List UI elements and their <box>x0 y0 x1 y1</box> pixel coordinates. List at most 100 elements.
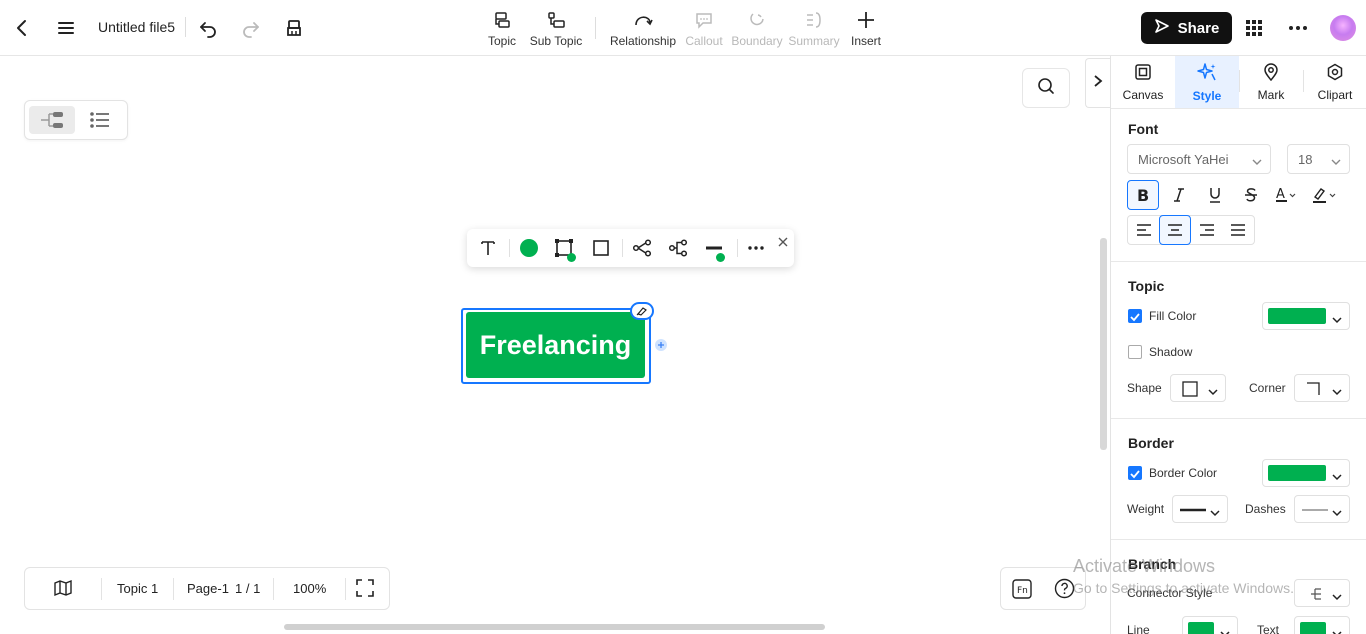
text-color-picker[interactable] <box>1294 616 1350 634</box>
border-dashes-select[interactable] <box>1294 495 1350 523</box>
mindmap-view-icon[interactable] <box>29 106 75 134</box>
undo-icon[interactable] <box>196 16 220 40</box>
align-center-button[interactable] <box>1159 215 1191 245</box>
shape-label: Shape <box>1127 381 1162 395</box>
callout-tool[interactable]: Callout <box>685 9 723 48</box>
border-color-checkbox[interactable] <box>1128 466 1142 480</box>
tab-style-label: Style <box>1192 88 1222 103</box>
share-button[interactable]: Share <box>1141 12 1232 44</box>
layout-icon[interactable] <box>629 236 655 260</box>
clipart-icon <box>1326 63 1344 84</box>
highlight-color-button[interactable] <box>1307 180 1345 210</box>
tab-clipart[interactable]: Clipart <box>1303 56 1366 108</box>
align-left-button[interactable] <box>1128 215 1160 245</box>
quick-style-brush-icon[interactable] <box>630 302 654 320</box>
border-icon[interactable] <box>588 236 614 260</box>
central-topic-text: Freelancing <box>479 329 632 360</box>
mark-icon <box>1262 62 1280 84</box>
add-subtopic-icon[interactable] <box>655 339 667 351</box>
fill-color-icon[interactable] <box>516 236 542 260</box>
font-family-select[interactable]: Microsoft YaHei <box>1127 144 1271 174</box>
relationship-tool[interactable]: Relationship <box>609 9 677 48</box>
border-color-label: Border Color <box>1149 466 1218 480</box>
close-icon[interactable] <box>773 232 793 252</box>
solid-line-icon <box>1302 509 1328 511</box>
fill-color-checkbox[interactable] <box>1128 309 1142 323</box>
shadow-label: Shadow <box>1149 345 1193 359</box>
shape-select[interactable] <box>1170 374 1226 402</box>
current-topic-label: Topic 1 <box>117 581 159 596</box>
fill-color-label: Fill Color <box>1149 309 1197 323</box>
fill-color-picker[interactable] <box>1262 302 1350 330</box>
back-icon[interactable] <box>10 16 34 40</box>
send-icon <box>1154 18 1170 38</box>
line-color-swatch <box>1188 622 1214 634</box>
shadow-checkbox[interactable] <box>1128 345 1142 359</box>
tab-style[interactable]: Style <box>1175 56 1239 108</box>
branch-structure-icon[interactable] <box>665 236 691 260</box>
subtopic-tool[interactable]: Sub Topic <box>529 9 583 48</box>
border-color-picker[interactable] <box>1262 459 1350 487</box>
help-icon[interactable] <box>1054 578 1075 604</box>
file-title[interactable]: Untitled file5 <box>98 19 175 35</box>
dashes-label: Dashes <box>1245 502 1286 516</box>
menu-icon[interactable] <box>54 16 78 40</box>
connector-style-select[interactable] <box>1294 579 1350 607</box>
function-icon[interactable]: Fn <box>1012 579 1032 604</box>
border-color-swatch <box>1268 465 1326 481</box>
svg-text:Fn: Fn <box>1017 586 1028 596</box>
font-color-button[interactable]: A <box>1271 180 1303 210</box>
boundary-tool-label: Boundary <box>731 34 783 48</box>
weight-label: Weight <box>1127 502 1165 516</box>
tab-mark[interactable]: Mark <box>1239 56 1303 108</box>
fill-color-swatch <box>1268 308 1326 324</box>
mindmap-canvas[interactable]: Freelancing Topic 1 Page-1 1 / 1 100% Fn <box>0 56 1110 634</box>
apps-grid-icon[interactable] <box>1242 16 1266 40</box>
central-topic[interactable]: Freelancing <box>466 312 645 378</box>
outline-view-icon[interactable] <box>77 106 123 134</box>
format-painter-icon[interactable] <box>282 16 306 40</box>
underline-button[interactable] <box>1199 180 1231 210</box>
status-bar: Topic 1 Page-1 1 / 1 100% <box>24 567 390 610</box>
vertical-scrollbar[interactable] <box>1100 238 1107 450</box>
text-format-icon[interactable] <box>475 236 501 260</box>
style-panel: Canvas Style Mark Clipart Font Microsoft… <box>1110 56 1366 634</box>
line-color-picker[interactable] <box>1182 616 1238 634</box>
tab-canvas[interactable]: Canvas <box>1111 56 1175 108</box>
page-label[interactable]: Page-1 <box>187 581 229 596</box>
topic-icon <box>492 9 512 31</box>
boundary-tool[interactable]: Boundary <box>731 9 783 48</box>
summary-tool[interactable]: Summary <box>788 9 840 48</box>
font-size-select[interactable]: 18 <box>1287 144 1350 174</box>
fullscreen-icon[interactable] <box>356 579 374 600</box>
more-horizontal-icon[interactable] <box>743 236 769 260</box>
topic-tool-label: Topic <box>487 34 516 48</box>
map-overview-icon[interactable] <box>53 579 73 600</box>
user-avatar[interactable] <box>1330 15 1356 41</box>
bold-button[interactable]: B <box>1127 180 1159 210</box>
chevron-down-icon <box>1332 588 1342 606</box>
align-right-button[interactable] <box>1191 215 1223 245</box>
font-section-title: Font <box>1128 121 1159 137</box>
more-options-icon[interactable] <box>1286 16 1310 40</box>
search-button[interactable] <box>1022 68 1070 108</box>
corner-select[interactable] <box>1294 374 1350 402</box>
tab-mark-label: Mark <box>1257 87 1285 102</box>
shape-color-indicator <box>567 253 576 262</box>
relationship-tool-label: Relationship <box>609 34 677 48</box>
chevron-down-icon <box>1208 383 1218 401</box>
horizontal-scrollbar[interactable] <box>284 624 825 630</box>
insert-tool[interactable]: Insert <box>848 9 884 48</box>
redo-icon[interactable] <box>239 16 263 40</box>
zoom-level[interactable]: 100% <box>293 581 326 596</box>
collapse-panel-button[interactable] <box>1085 58 1110 108</box>
page-count: 1 / 1 <box>235 581 261 596</box>
chevron-down-icon <box>1331 154 1341 169</box>
topic-tool[interactable]: Topic <box>486 9 518 48</box>
border-weight-select[interactable] <box>1172 495 1228 523</box>
topic-section-title: Topic <box>1128 278 1165 294</box>
strikethrough-button[interactable] <box>1235 180 1267 210</box>
view-switcher <box>24 100 128 140</box>
align-justify-button[interactable] <box>1222 215 1254 245</box>
italic-button[interactable] <box>1163 180 1195 210</box>
